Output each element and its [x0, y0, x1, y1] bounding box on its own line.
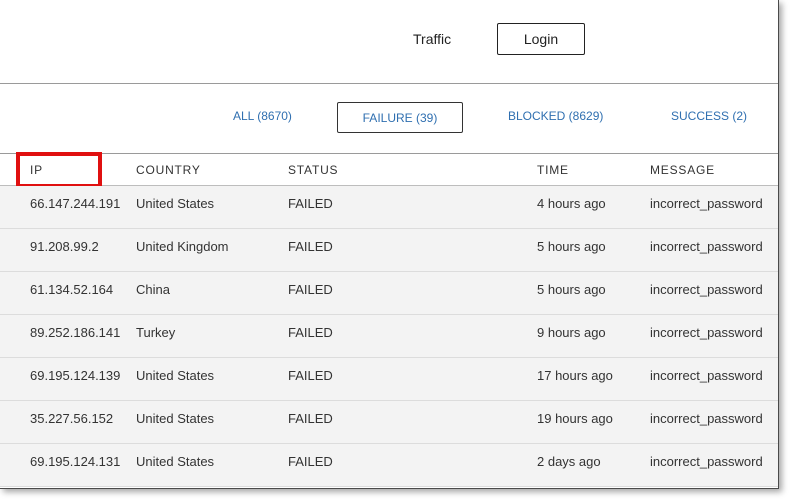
- cell-time: 19 hours ago: [537, 411, 613, 426]
- cell-ip: 91.208.99.2: [30, 239, 99, 254]
- filter-failure[interactable]: FAILURE (39): [337, 102, 463, 133]
- cell-status: FAILED: [288, 282, 333, 297]
- cell-message: incorrect_password: [650, 454, 763, 469]
- cell-message: incorrect_password: [650, 282, 763, 297]
- cell-country: Turkey: [136, 325, 176, 340]
- table-row: 89.252.186.141 Turkey FAILED 9 hours ago…: [0, 315, 778, 358]
- cell-time: 2 days ago: [537, 454, 601, 469]
- cell-ip: 61.134.52.164: [30, 282, 114, 297]
- cell-country: United States: [136, 411, 215, 426]
- table-row: 69.195.124.131 United States FAILED 2 da…: [0, 444, 778, 487]
- cell-time: 5 hours ago: [537, 282, 606, 297]
- cell-ip: 66.147.244.191: [30, 196, 121, 211]
- cell-ip: 69.195.124.139: [30, 368, 121, 383]
- column-header-time[interactable]: TIME: [537, 163, 569, 177]
- cell-status: FAILED: [288, 454, 333, 469]
- cell-ip: 35.227.56.152: [30, 411, 114, 426]
- table-body: 66.147.244.191 United States FAILED 4 ho…: [0, 186, 778, 487]
- cell-status: FAILED: [288, 325, 333, 340]
- login-button[interactable]: Login: [497, 23, 585, 55]
- cell-status: FAILED: [288, 196, 333, 211]
- top-bar: Traffic Login: [0, 0, 778, 84]
- cell-country: United States: [136, 454, 215, 469]
- filter-blocked[interactable]: BLOCKED (8629): [508, 109, 603, 123]
- table-row: 66.147.244.191 United States FAILED 4 ho…: [0, 186, 778, 229]
- cell-status: FAILED: [288, 411, 333, 426]
- column-header-message[interactable]: MESSAGE: [650, 163, 715, 177]
- filter-tabs: ALL (8670) FAILURE (39) BLOCKED (8629) S…: [0, 84, 778, 154]
- cell-time: 17 hours ago: [537, 368, 613, 383]
- cell-country: China: [136, 282, 170, 297]
- table-header: IP COUNTRY STATUS TIME MESSAGE: [0, 154, 778, 186]
- cell-ip: 69.195.124.131: [30, 454, 121, 469]
- table-row: 61.134.52.164 China FAILED 5 hours ago i…: [0, 272, 778, 315]
- filter-success[interactable]: SUCCESS (2): [671, 109, 747, 123]
- cell-status: FAILED: [288, 368, 333, 383]
- table-row: 35.227.56.152 United States FAILED 19 ho…: [0, 401, 778, 444]
- app-window: Traffic Login ALL (8670) FAILURE (39) BL…: [0, 0, 779, 489]
- table-row: 91.208.99.2 United Kingdom FAILED 5 hour…: [0, 229, 778, 272]
- cell-message: incorrect_password: [650, 196, 763, 211]
- cell-time: 9 hours ago: [537, 325, 606, 340]
- column-header-ip[interactable]: IP: [30, 163, 43, 177]
- table-row: 69.195.124.139 United States FAILED 17 h…: [0, 358, 778, 401]
- cell-time: 5 hours ago: [537, 239, 606, 254]
- cell-message: incorrect_password: [650, 368, 763, 383]
- cell-country: United States: [136, 368, 215, 383]
- cell-message: incorrect_password: [650, 325, 763, 340]
- cell-message: incorrect_password: [650, 239, 763, 254]
- nav-traffic-link[interactable]: Traffic: [413, 31, 451, 47]
- cell-ip: 89.252.186.141: [30, 325, 121, 340]
- column-header-country[interactable]: COUNTRY: [136, 163, 201, 177]
- cell-status: FAILED: [288, 239, 333, 254]
- filter-all[interactable]: ALL (8670): [233, 109, 292, 123]
- cell-country: United Kingdom: [136, 239, 229, 254]
- column-header-status[interactable]: STATUS: [288, 163, 338, 177]
- cell-time: 4 hours ago: [537, 196, 606, 211]
- cell-country: United States: [136, 196, 215, 211]
- cell-message: incorrect_password: [650, 411, 763, 426]
